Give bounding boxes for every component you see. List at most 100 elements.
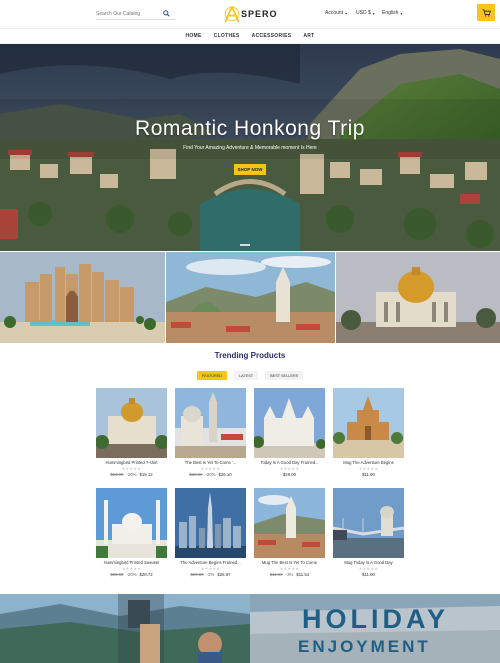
tab-latest[interactable]: LATEST [234, 371, 259, 380]
product-name[interactable]: Mug The Adventure Begins [333, 460, 404, 465]
search-input[interactable] [96, 10, 162, 17]
banner-image [0, 252, 165, 343]
banner-quito[interactable] [166, 252, 335, 343]
discount-badge: -3% [285, 572, 294, 577]
product-price-row: $29.00 [254, 472, 325, 477]
product-price-row: $11.90 [333, 572, 404, 577]
current-price: $28.72 [139, 572, 153, 577]
discount-badge: -20% [126, 472, 137, 477]
holiday-banner[interactable]: HOLIDAY ENJOYMENT [0, 594, 500, 663]
nav-item-home[interactable]: HOME [185, 33, 201, 39]
nav-item-clothes[interactable]: CLOTHES [214, 33, 240, 39]
product-name[interactable]: Mug Today Is A Good Day [333, 560, 404, 565]
old-price: $35.90 [110, 572, 124, 577]
tab-featured[interactable]: FEATURED [196, 371, 228, 380]
product-tabs: FEATURED LATEST BEST SELLERS [0, 371, 500, 380]
product-image[interactable] [175, 388, 246, 458]
banner-row [0, 252, 500, 343]
product-image[interactable] [254, 488, 325, 558]
account-dropdown[interactable]: Account ▾ [325, 10, 347, 16]
product-image[interactable] [96, 488, 167, 558]
tab-best-sellers[interactable]: BEST SELLERS [265, 371, 304, 380]
rating-stars: ★★★★★ [200, 466, 221, 471]
banner-bellas-artes[interactable] [336, 252, 500, 343]
hero-title: Romantic Honkong Trip [135, 117, 365, 140]
discount-badge: -20% [126, 572, 137, 577]
product-card[interactable]: The Best Is Yet To Come '... ★★★★★ $33.0… [175, 388, 246, 478]
rating-stars: ★★★★★ [200, 566, 221, 571]
search-icon[interactable] [162, 9, 171, 18]
product-name[interactable]: Hummingbird Printed Sweater [96, 560, 167, 565]
discount-badge: -20% [205, 472, 216, 477]
slider-indicator[interactable] [240, 244, 250, 246]
cart-button[interactable] [477, 4, 495, 21]
banner-image [336, 252, 500, 343]
product-card[interactable]: Hummingbird Printed Sweater ★★★★★ $35.90… [96, 488, 167, 578]
chevron-down-icon: ▾ [400, 10, 403, 16]
current-price: $11.90 [362, 572, 375, 577]
logo-text: SPERO [241, 9, 278, 19]
product-image[interactable] [175, 488, 246, 558]
currency-dropdown[interactable]: USD $ ▾ [356, 10, 375, 16]
current-price: $11.90 [362, 472, 375, 477]
current-price: $28.97 [217, 572, 231, 577]
cart-icon [482, 8, 491, 17]
banner-atlantis[interactable] [0, 252, 165, 343]
rating-stars: ★★★★★ [358, 466, 379, 471]
product-image[interactable] [333, 488, 404, 558]
language-label: English [382, 10, 399, 16]
nav-item-art[interactable]: ART [303, 33, 314, 39]
product-image[interactable] [333, 388, 404, 458]
product-price-row: $11.90 -3% $11.54 [254, 572, 325, 577]
product-price-row: $23.90 -20% $19.12 [96, 472, 167, 477]
chevron-down-icon: ▾ [372, 10, 375, 16]
product-card[interactable]: Today Is A Good Day Framed... ★★★★★ $29.… [254, 388, 325, 478]
old-price: $23.90 [110, 472, 124, 477]
hero-slider: Romantic Honkong Trip Find Your Amazing … [0, 44, 500, 251]
hero-subtitle: Find Your Amazing Adventure & Memorable … [183, 145, 317, 151]
shop-now-button[interactable]: SHOP NOW [234, 164, 266, 175]
current-price: $11.54 [296, 572, 310, 577]
language-dropdown[interactable]: English ▾ [382, 10, 402, 16]
logo-mark-icon [224, 5, 240, 23]
old-price: $29.00 [190, 572, 204, 577]
rating-stars: ★★★★★ [358, 566, 379, 571]
product-name[interactable]: The Adventure Begins Framed... [175, 560, 246, 565]
product-name[interactable]: The Best Is Yet To Come '... [175, 460, 246, 465]
rating-stars: ★★★★★ [279, 566, 300, 571]
product-price-row: $11.90 [333, 472, 404, 477]
account-label: Account [325, 10, 344, 16]
old-price: $33.00 [189, 472, 203, 477]
rating-stars: ★★★★★ [279, 466, 300, 471]
old-price: $11.90 [269, 572, 283, 577]
product-card[interactable]: The Adventure Begins Framed... ★★★★★ $29… [175, 488, 246, 578]
banner-subheadline: ENJOYMENT [298, 637, 431, 656]
discount-badge: -2% [206, 572, 215, 577]
product-grid: Hummingbird Printed T-shirt ★★★★★ $23.90… [96, 388, 404, 578]
main-nav: HOME CLOTHES ACCESSORIES ART [0, 29, 500, 43]
nav-item-accessories[interactable]: ACCESSORIES [252, 33, 292, 39]
product-image[interactable] [96, 388, 167, 458]
product-card[interactable]: Mug Today Is A Good Day ★★★★★ $11.90 [333, 488, 404, 578]
product-price-row: $29.00 -2% $28.97 [175, 572, 246, 577]
current-price: $19.12 [139, 472, 153, 477]
trending-title: Trending Products [214, 351, 286, 360]
product-name[interactable]: Today Is A Good Day Framed... [254, 460, 325, 465]
site-logo[interactable]: SPERO [224, 4, 278, 24]
current-price: $29.00 [282, 472, 297, 477]
search-box[interactable] [96, 8, 176, 20]
rating-stars: ★★★★★ [121, 466, 142, 471]
product-card[interactable]: Mug The Best Is Yet To Come ★★★★★ $11.90… [254, 488, 325, 578]
product-card[interactable]: Hummingbird Printed T-shirt ★★★★★ $23.90… [96, 388, 167, 478]
currency-label: USD $ [356, 10, 371, 16]
product-image[interactable] [254, 388, 325, 458]
product-name[interactable]: Hummingbird Printed T-shirt [96, 460, 167, 465]
header: SPERO Account▾ USD $▾ English▾ [0, 0, 500, 28]
banner-headline: HOLIDAY [302, 604, 450, 634]
product-card[interactable]: Mug The Adventure Begins ★★★★★ $11.90 [333, 388, 404, 478]
current-price: $26.10 [218, 472, 232, 477]
rating-stars: ★★★★★ [121, 566, 142, 571]
product-price-row: $33.00 -20% $26.10 [175, 472, 246, 477]
product-name[interactable]: Mug The Best Is Yet To Come [254, 560, 325, 565]
banner-image [166, 252, 335, 343]
